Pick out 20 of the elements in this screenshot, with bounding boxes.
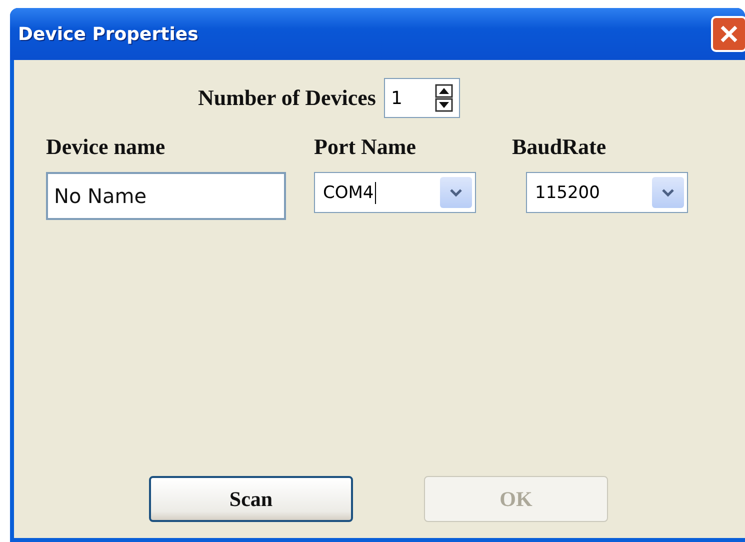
column-label: Port Name xyxy=(314,134,418,160)
dropdown-button[interactable] xyxy=(652,177,684,208)
dropdown-field[interactable]: COM4 xyxy=(314,172,476,213)
number-spinner[interactable]: 1 xyxy=(384,78,460,118)
dialog-button[interactable]: Scan xyxy=(149,476,353,522)
field-label: Number of Devices xyxy=(198,85,376,111)
column-label: Device name xyxy=(46,134,166,160)
close-icon xyxy=(718,23,740,45)
input-field[interactable]: No Name xyxy=(46,172,286,220)
chevron-down-icon xyxy=(661,188,675,198)
text-cursor xyxy=(374,182,376,204)
dropdown-field[interactable]: 115200 xyxy=(526,172,688,213)
window-title: Device Properties xyxy=(18,24,198,44)
column-label: BaudRate xyxy=(512,134,608,160)
chevron-down-icon xyxy=(449,188,463,198)
close-button[interactable] xyxy=(711,16,745,52)
dropdown-button[interactable] xyxy=(440,177,472,208)
field-value: COM4 xyxy=(323,182,376,204)
spin-arrows-icon[interactable] xyxy=(435,84,453,112)
field-value: 115200 xyxy=(535,182,600,202)
